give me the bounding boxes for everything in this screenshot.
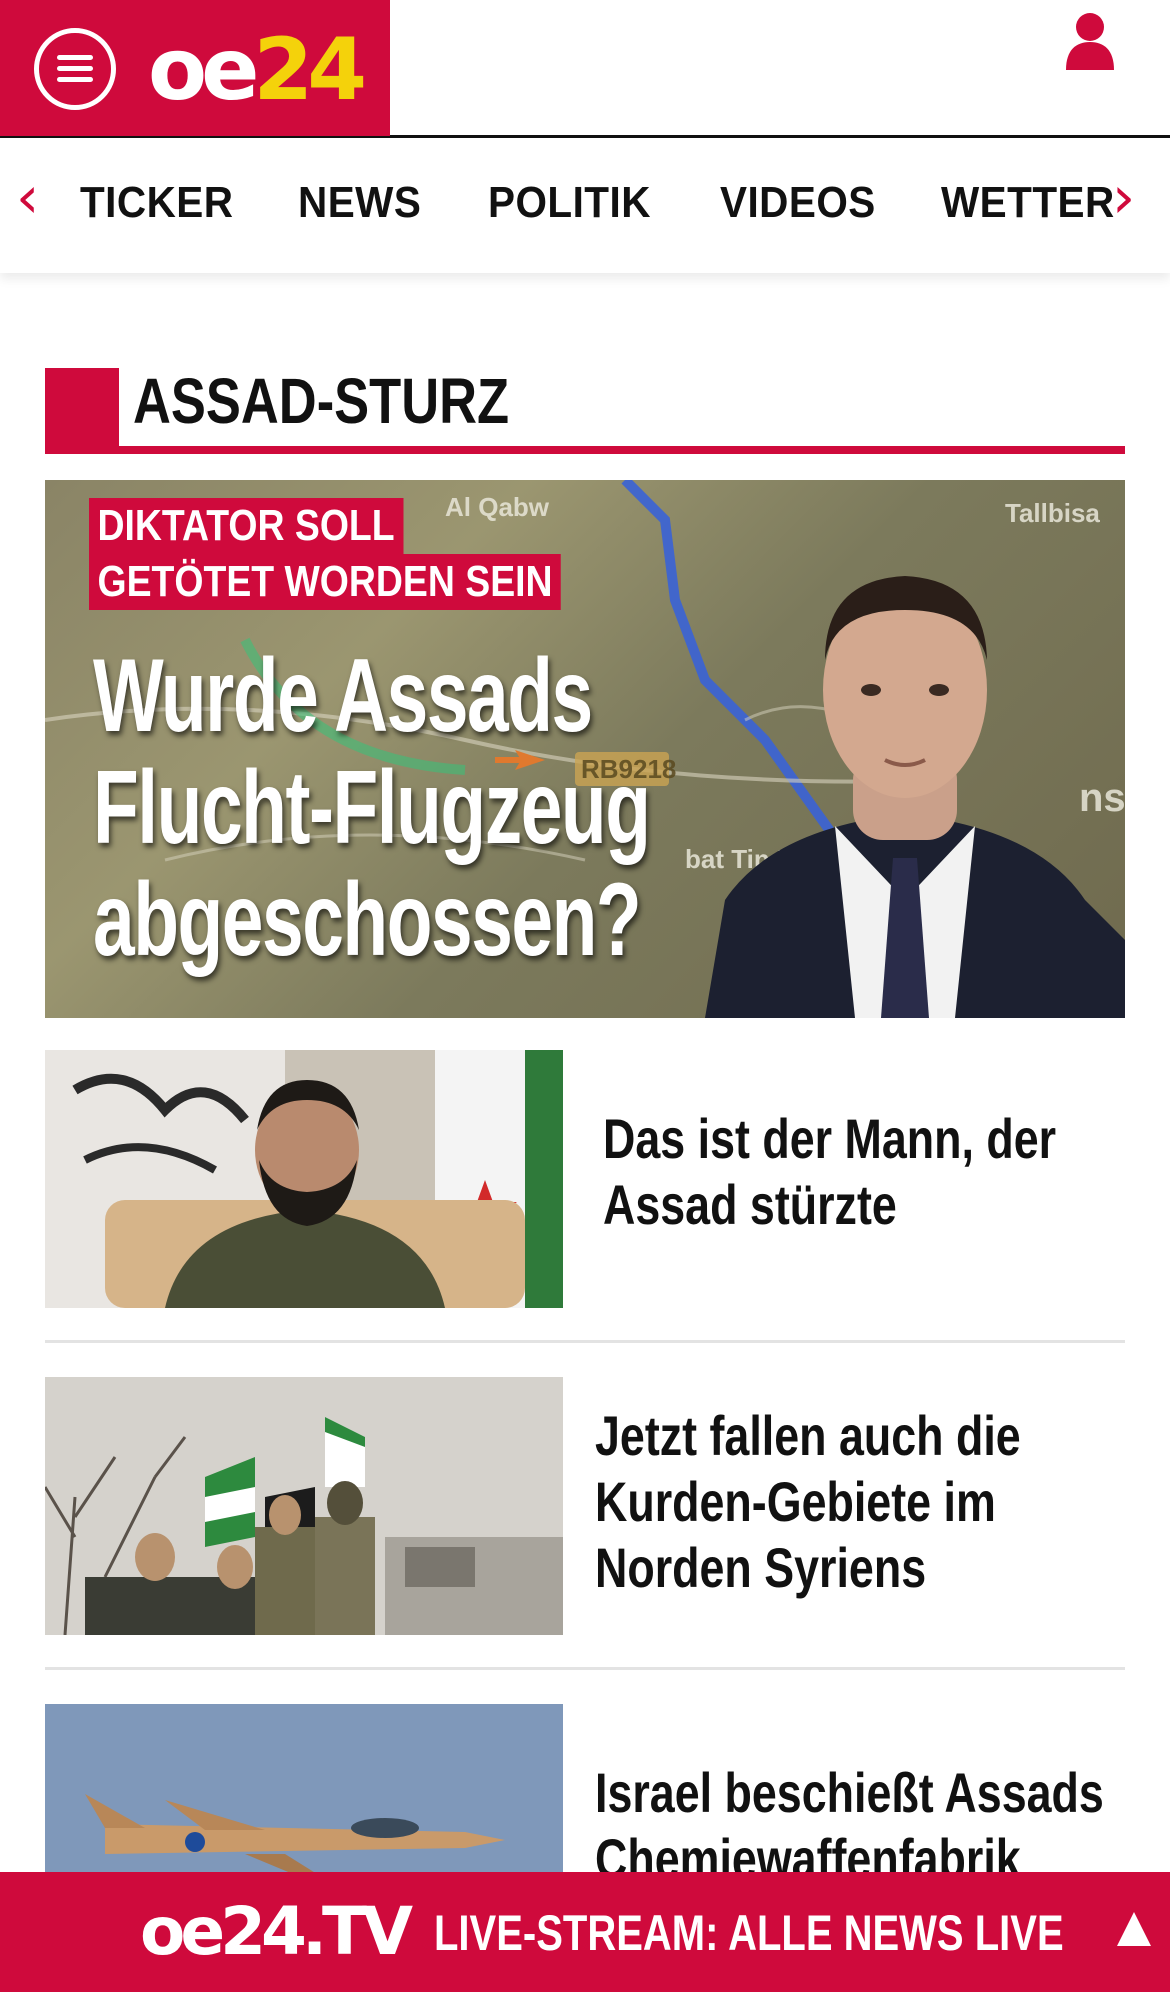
site-logo[interactable]: oe24 [148,20,367,120]
tv-logo: oe24.TV [140,1893,413,1970]
section-heading: ASSAD-STURZ [45,368,1125,456]
chevron-left-icon[interactable]: ‹ [16,168,39,226]
nav-item-wetter[interactable]: WETTER [941,178,1115,228]
triangle-up-icon[interactable] [1117,1912,1151,1946]
article-title[interactable]: Das ist der Mann, der Assad stürzte [603,1106,1163,1238]
chevron-right-icon[interactable]: › [1112,168,1135,226]
hamburger-icon[interactable] [34,28,116,110]
menu-line [57,77,93,82]
map-label: Al Qabw [445,492,550,522]
hero-kicker-line1: DIKTATOR SOLL [89,498,404,554]
nav-item-ticker[interactable]: TICKER [80,178,233,228]
section-title[interactable]: ASSAD-STURZ [133,368,509,434]
hero-headline[interactable]: Wurde Assads Flucht-Flugzeug abgeschosse… [93,640,669,976]
map-label: Tallbisa [1005,498,1100,528]
hero-article[interactable]: Al Qabw Tallbisa RB9218 bat Tin Nü ns DI… [45,480,1125,1018]
article-teaser[interactable]: Jetzt fallen auch die Kurden-Gebiete im … [45,1377,1125,1637]
section-accent [45,368,119,454]
nav-item-news[interactable]: NEWS [298,178,421,228]
logo-24: 24 [253,20,367,120]
nav-item-politik[interactable]: POLITIK [488,178,651,228]
article-thumbnail[interactable] [45,1377,563,1635]
divider [45,1340,1125,1343]
hero-person-photo [705,576,1125,1018]
menu-line [57,55,93,60]
user-icon[interactable] [1062,12,1118,72]
section-underline [119,446,1125,454]
category-nav: ‹ TICKER NEWS POLITIK VIDEOS WETTER › [0,138,1170,273]
live-stream-label[interactable]: LIVE-STREAM: ALLE NEWS LIVE [434,1898,1064,1968]
article-thumbnail[interactable] [45,1050,563,1308]
divider [45,1667,1125,1670]
nav-item-videos[interactable]: VIDEOS [720,178,876,228]
article-teaser[interactable]: Das ist der Mann, der Assad stürzte [45,1050,1125,1310]
logo-oe: oe [148,20,259,120]
menu-line [57,66,93,71]
hero-kicker-line2: GETÖTET WORDEN SEIN [89,554,562,610]
brand-box: oe24 [0,0,390,136]
top-header: oe24 [0,0,1170,138]
live-stream-bar[interactable]: oe24.TV LIVE-STREAM: ALLE NEWS LIVE [0,1872,1170,1992]
article-title[interactable]: Jetzt fallen auch die Kurden-Gebiete im … [595,1403,1155,1601]
